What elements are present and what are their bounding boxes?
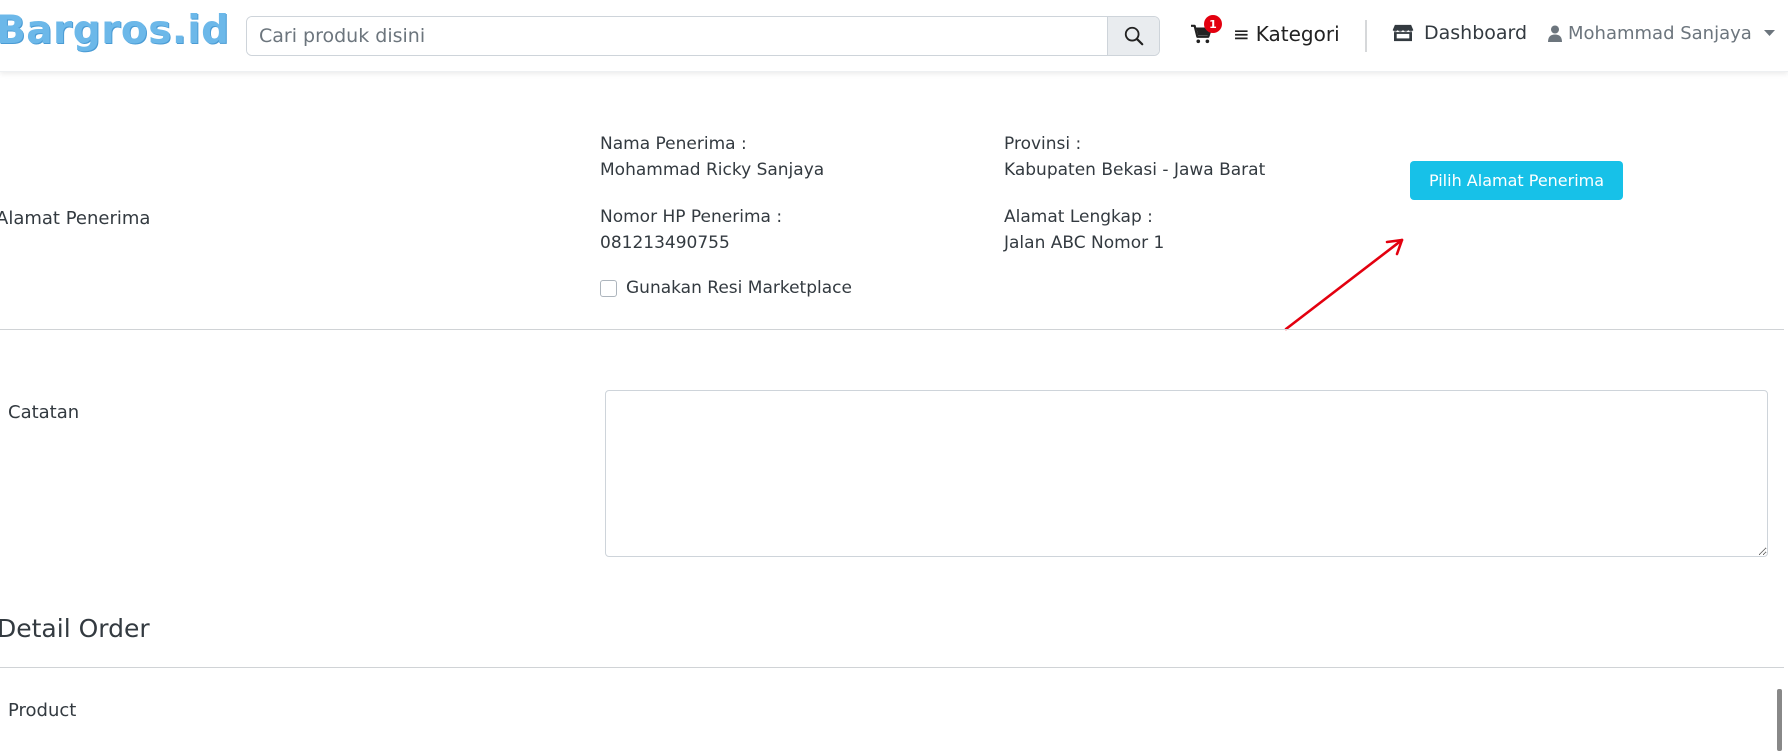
notes-textarea[interactable]	[605, 390, 1768, 557]
user-menu[interactable]: Mohammad Sanjaya	[1548, 23, 1775, 44]
marketplace-resi-checkbox[interactable]	[600, 279, 617, 297]
search-bar	[246, 16, 1160, 56]
province-label: Provinsi :	[1004, 134, 1082, 154]
notes-label: Catatan	[8, 402, 80, 423]
kategori-menu[interactable]: ≡ Kategori	[1233, 22, 1340, 46]
menu-icon: ≡	[1233, 22, 1250, 46]
recipient-name-value: Mohammad Ricky Sanjaya	[600, 160, 825, 180]
search-icon	[1124, 26, 1143, 46]
marketplace-resi-option[interactable]: Gunakan Resi Marketplace	[600, 278, 852, 298]
recipient-phone-value: 081213490755	[600, 233, 730, 253]
caret-down-icon	[1763, 30, 1775, 36]
marketplace-resi-label: Gunakan Resi Marketplace	[626, 278, 852, 298]
recipient-name-label: Nama Penerima :	[600, 134, 747, 154]
pick-recipient-address-button[interactable]: Pilih Alamat Penerima	[1410, 161, 1623, 200]
dashboard-label: Dashboard	[1424, 22, 1528, 44]
search-button[interactable]	[1107, 17, 1159, 55]
product-column-label: Product	[8, 700, 77, 721]
user-name: Mohammad Sanjaya	[1568, 23, 1752, 44]
user-icon	[1548, 25, 1562, 42]
province-value: Kabupaten Bekasi - Jawa Barat	[1004, 160, 1266, 180]
recipient-phone-label: Nomor HP Penerima :	[600, 207, 783, 227]
scrollbar-thumb[interactable]	[1777, 689, 1782, 751]
store-icon	[1392, 24, 1414, 42]
cart-count-badge: 1	[1204, 15, 1222, 33]
search-input[interactable]	[247, 17, 1107, 55]
annotation-arrow	[1284, 238, 1404, 331]
site-logo[interactable]: Bargros.id	[0, 8, 230, 53]
address-value: Jalan ABC Nomor 1	[1004, 233, 1165, 253]
detail-order-title: Detail Order	[0, 614, 150, 643]
nav-divider	[1365, 20, 1367, 52]
kategori-label: Kategori	[1255, 22, 1340, 46]
address-label: Alamat Lengkap :	[1004, 207, 1153, 227]
top-navbar: Bargros.id 1 ≡ Kategori Dashboard	[0, 0, 1788, 72]
section-divider	[0, 667, 1784, 668]
dashboard-link[interactable]: Dashboard	[1392, 22, 1527, 44]
recipient-section-label: Alamat Penerima	[0, 208, 151, 229]
section-divider	[0, 329, 1784, 330]
